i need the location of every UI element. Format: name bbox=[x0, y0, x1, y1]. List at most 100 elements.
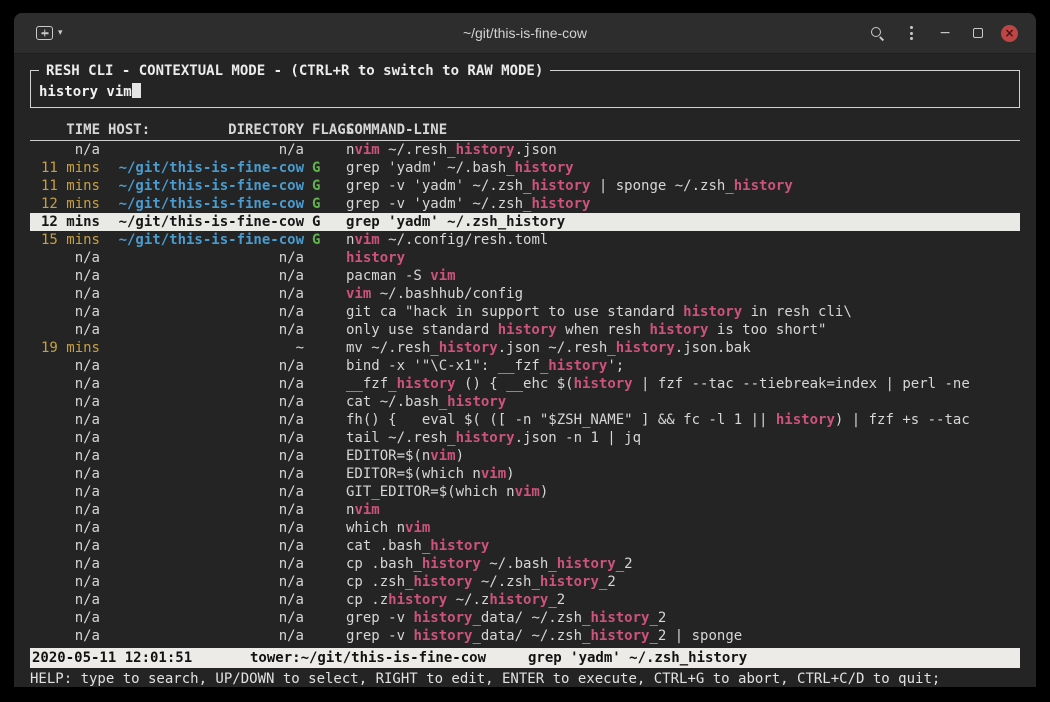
search-query-text: history vim bbox=[39, 84, 132, 100]
close-button[interactable]: × bbox=[1001, 25, 1018, 42]
row-directory: n/a bbox=[108, 303, 304, 321]
row-time: 11 mins bbox=[30, 159, 100, 177]
row-time: n/a bbox=[30, 375, 100, 393]
table-row[interactable]: n/an/agit ca "hack in support to use sta… bbox=[30, 303, 1020, 321]
row-directory: n/a bbox=[108, 555, 304, 573]
terminal-window: ▾ ~/git/this-is-fine-cow − × RESH CLI - … bbox=[14, 13, 1036, 687]
search-input[interactable]: history vim bbox=[39, 83, 1011, 101]
kebab-menu-icon bbox=[906, 26, 917, 40]
row-directory: ~/git/this-is-fine-cow bbox=[108, 195, 304, 213]
minimize-button[interactable]: − bbox=[935, 22, 955, 44]
row-time: 12 mins bbox=[30, 195, 100, 213]
row-flags bbox=[312, 555, 338, 573]
restore-button[interactable] bbox=[969, 24, 987, 42]
status-datetime: 2020-05-11 12:01:51 bbox=[32, 648, 250, 668]
search-button[interactable] bbox=[867, 23, 888, 44]
row-time: n/a bbox=[30, 483, 100, 501]
row-time: 15 mins bbox=[30, 231, 100, 249]
table-row[interactable]: n/an/atail ~/.resh_history.json -n 1 | j… bbox=[30, 429, 1020, 447]
row-directory: ~/git/this-is-fine-cow bbox=[108, 177, 304, 195]
menu-button[interactable] bbox=[902, 22, 921, 44]
row-flags bbox=[312, 537, 338, 555]
new-tab-button[interactable]: ▾ bbox=[32, 22, 67, 44]
row-directory: n/a bbox=[108, 357, 304, 375]
table-row[interactable]: 12 mins~/git/this-is-fine-cowGgrep 'yadm… bbox=[30, 213, 1020, 231]
search-box-title: RESH CLI - CONTEXTUAL MODE - (CTRL+R to … bbox=[39, 62, 550, 80]
row-time: 11 mins bbox=[30, 177, 100, 195]
row-command: vim ~/.bashhub/config bbox=[346, 285, 1020, 303]
table-row[interactable]: n/an/anvim bbox=[30, 501, 1020, 519]
new-tab-icon bbox=[36, 26, 53, 40]
row-flags bbox=[312, 501, 338, 519]
titlebar: ▾ ~/git/this-is-fine-cow − × bbox=[14, 13, 1036, 54]
table-row[interactable]: n/a n/a __fzf_history () { __ehc $(history… bbox=[30, 375, 1020, 393]
row-command: history bbox=[346, 249, 1020, 267]
table-row[interactable]: n/an/afh() { eval $( ([ -n "$ZSH_NAME" ]… bbox=[30, 411, 1020, 429]
row-time: n/a bbox=[30, 249, 100, 267]
table-row[interactable]: 15 mins~/git/this-is-fine-cowGnvim ~/.co… bbox=[30, 231, 1020, 249]
row-command: grep 'yadm' ~/.bash_history bbox=[346, 159, 1020, 177]
table-row[interactable]: n/an/awhich nvim bbox=[30, 519, 1020, 537]
table-row[interactable]: n/an/avim ~/.bashhub/config bbox=[30, 285, 1020, 303]
row-flags bbox=[312, 393, 338, 411]
row-directory: n/a bbox=[108, 375, 304, 393]
row-command: GIT_EDITOR=$(which nvim) bbox=[346, 483, 1020, 501]
row-time: n/a bbox=[30, 519, 100, 537]
row-time: 12 mins bbox=[30, 213, 100, 231]
table-header: TIME HOST:DIRECTORY FLAGS COMMAND-LINE bbox=[30, 121, 1020, 141]
table-row[interactable]: 19 mins~mv ~/.resh_history.json ~/.resh_… bbox=[30, 339, 1020, 357]
table-row[interactable]: n/an/aonly use standard history when res… bbox=[30, 321, 1020, 339]
row-flags bbox=[312, 267, 338, 285]
table-row[interactable]: n/an/acp .bash_history ~/.bash_history_2 bbox=[30, 555, 1020, 573]
minimize-icon: − bbox=[939, 26, 951, 40]
row-command: __fzf_history () { __ehc $(history | fzf… bbox=[346, 375, 1020, 393]
row-flags bbox=[312, 429, 338, 447]
table-row[interactable]: n/an/agrep -v history_data/ ~/.zsh_histo… bbox=[30, 627, 1020, 645]
table-row[interactable]: n/an/acat .bash_history bbox=[30, 537, 1020, 555]
restore-icon bbox=[973, 28, 983, 38]
row-directory: n/a bbox=[108, 591, 304, 609]
row-directory: n/a bbox=[108, 429, 304, 447]
row-flags bbox=[312, 249, 338, 267]
table-row[interactable]: n/an/abind -x '"\C-x1": __fzf_history'; bbox=[30, 357, 1020, 375]
table-row[interactable]: 12 mins~/git/this-is-fine-cowGgrep -v 'y… bbox=[30, 195, 1020, 213]
row-directory: n/a bbox=[108, 573, 304, 591]
table-row[interactable]: n/a n/a cp .zhistory ~/.zhistory_2 bbox=[30, 591, 1020, 609]
row-flags bbox=[312, 483, 338, 501]
row-time: n/a bbox=[30, 555, 100, 573]
resh-search-box[interactable]: RESH CLI - CONTEXTUAL MODE - (CTRL+R to … bbox=[30, 70, 1020, 108]
table-row[interactable]: n/an/apacman -S vim bbox=[30, 267, 1020, 285]
table-row[interactable]: n/an/aGIT_EDITOR=$(which nvim) bbox=[30, 483, 1020, 501]
table-row[interactable]: 11 mins~/git/this-is-fine-cowGgrep -v 'y… bbox=[30, 177, 1020, 195]
table-row[interactable]: n/an/ahistory bbox=[30, 249, 1020, 267]
row-time: n/a bbox=[30, 591, 100, 609]
terminal-content: RESH CLI - CONTEXTUAL MODE - (CTRL+R to … bbox=[14, 54, 1036, 687]
status-location: tower:~/git/this-is-fine-cow bbox=[250, 648, 528, 668]
row-flags bbox=[312, 609, 338, 627]
chevron-down-icon: ▾ bbox=[58, 28, 63, 38]
row-time: n/a bbox=[30, 411, 100, 429]
row-flags bbox=[312, 573, 338, 591]
table-row[interactable]: n/an/agrep -v history_data/ ~/.zsh_histo… bbox=[30, 609, 1020, 627]
row-time: n/a bbox=[30, 141, 100, 159]
row-flags: G bbox=[312, 231, 338, 249]
close-icon: × bbox=[1004, 27, 1014, 39]
row-time: n/a bbox=[30, 447, 100, 465]
table-row[interactable]: n/an/anvim ~/.resh_history.json bbox=[30, 141, 1020, 159]
row-command: cp .zhistory ~/.zhistory_2 bbox=[346, 591, 1020, 609]
table-row[interactable]: n/an/acp .zsh_history ~/.zsh_history_2 bbox=[30, 573, 1020, 591]
row-time: 19 mins bbox=[30, 339, 100, 357]
row-time: n/a bbox=[30, 429, 100, 447]
row-time: n/a bbox=[30, 501, 100, 519]
table-row[interactable]: n/an/acat ~/.bash_history bbox=[30, 393, 1020, 411]
row-command: which nvim bbox=[346, 519, 1020, 537]
row-command: nvim ~/.config/resh.toml bbox=[346, 231, 1020, 249]
table-row[interactable]: n/an/aEDITOR=$(nvim) bbox=[30, 447, 1020, 465]
row-directory: n/a bbox=[108, 465, 304, 483]
row-command: grep -v history_data/ ~/.zsh_history_2 |… bbox=[346, 627, 1020, 645]
status-bar: 2020-05-11 12:01:51 tower:~/git/this-is-… bbox=[30, 648, 1020, 668]
table-row[interactable]: 11 mins~/git/this-is-fine-cowGgrep 'yadm… bbox=[30, 159, 1020, 177]
table-row[interactable]: n/an/aEDITOR=$(which nvim) bbox=[30, 465, 1020, 483]
row-command: grep -v 'yadm' ~/.zsh_history bbox=[346, 195, 1020, 213]
row-directory: n/a bbox=[108, 627, 304, 645]
